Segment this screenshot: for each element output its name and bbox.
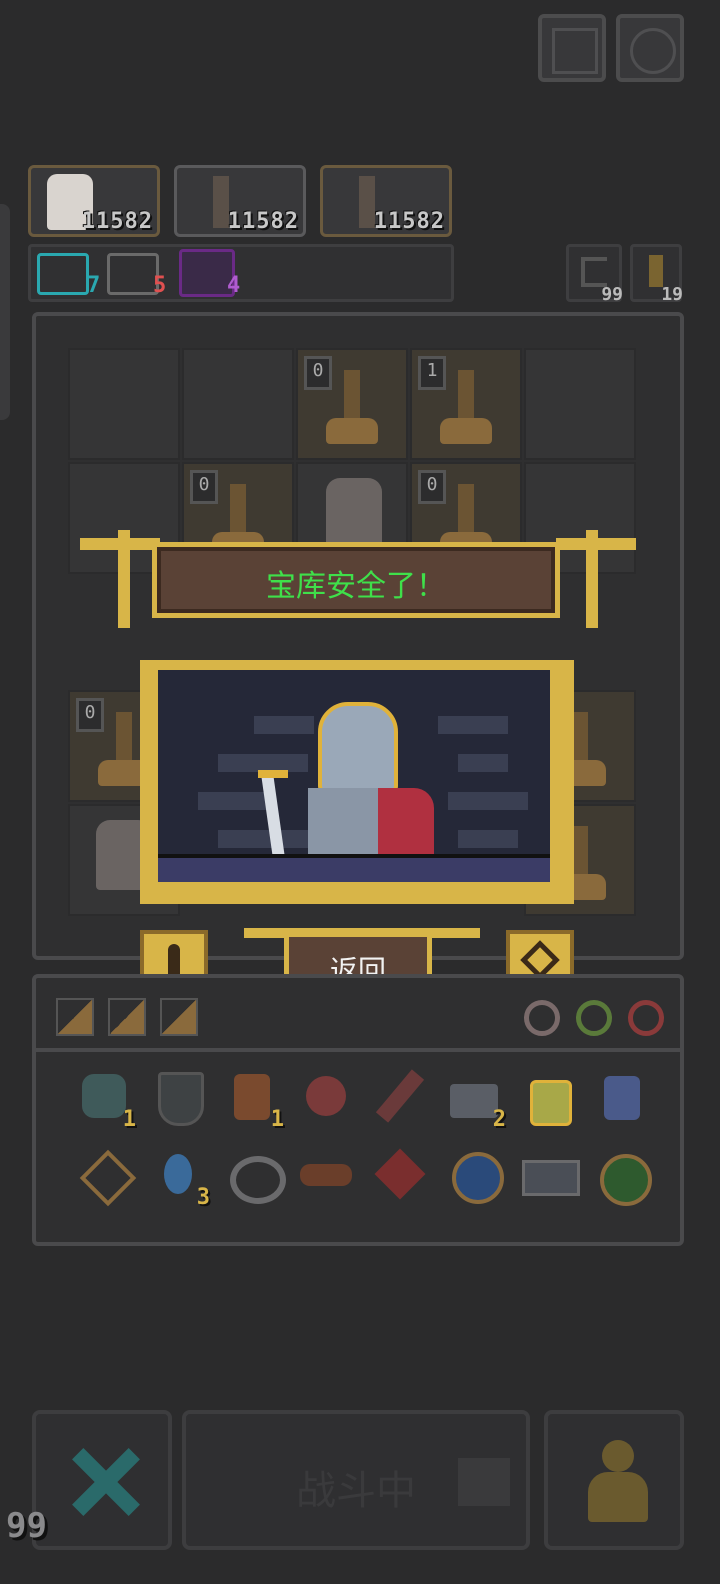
counter-value: 19: [661, 284, 683, 305]
hero-power: 11582: [227, 209, 299, 234]
gray-ring-icon: [524, 1000, 560, 1036]
settings-button[interactable]: [616, 14, 684, 82]
hero-card-2[interactable]: 11582: [174, 165, 306, 237]
board-cell[interactable]: [182, 348, 294, 460]
lock-chest-icon[interactable]: 2: [446, 1068, 506, 1132]
counter-value: 4: [227, 273, 241, 298]
battle-status-button[interactable]: 战斗中: [182, 1410, 530, 1550]
item-count: 1: [270, 1107, 284, 1132]
green-ring-icon: [576, 1000, 612, 1036]
skull-icon: [107, 253, 159, 295]
diamond-sigil-icon[interactable]: [76, 1146, 137, 1207]
potion-icon[interactable]: [520, 1068, 576, 1126]
counter-bar: 7 5 4: [28, 244, 454, 302]
camera-icon[interactable]: [520, 1146, 580, 1202]
counter-value: 99: [601, 284, 623, 305]
tree-stump-icon: [440, 370, 492, 448]
hero-card-3[interactable]: 11582: [320, 165, 452, 237]
level-badge: 99: [6, 1506, 47, 1546]
blue-orb-icon[interactable]: [446, 1146, 504, 1204]
item-count: 2: [492, 1107, 506, 1132]
maple-leaf-icon[interactable]: [372, 1146, 428, 1202]
return-counter[interactable]: 99: [566, 244, 623, 305]
rope-icon[interactable]: [224, 1146, 286, 1204]
item-count: 1: [122, 1107, 136, 1132]
green-bomb-icon[interactable]: [594, 1146, 652, 1206]
board-cell[interactable]: 0: [296, 348, 408, 460]
scene-floor: [158, 854, 550, 882]
board-cell[interactable]: 1: [410, 348, 522, 460]
key-icon: [649, 255, 663, 287]
key-counter[interactable]: 19: [630, 244, 683, 305]
jar-icon[interactable]: [594, 1068, 650, 1124]
question-icon: [552, 28, 598, 74]
red-ring-icon: [628, 1000, 664, 1036]
side-drawer-tab[interactable]: [0, 204, 10, 420]
shield-icon[interactable]: [150, 1068, 206, 1126]
tree-stump-icon: [326, 370, 378, 448]
upgrade-tab-icon[interactable]: [56, 998, 94, 1036]
ribbon-icon[interactable]: [372, 1068, 428, 1124]
item-count: 3: [196, 1185, 210, 1210]
gear-icon: [630, 28, 676, 74]
flower-icon[interactable]: [298, 1068, 354, 1124]
vault-scene: [158, 670, 550, 882]
upgrade-tab-icon[interactable]: [160, 998, 198, 1036]
tree-stump-avatar: [359, 176, 375, 228]
barrel-icon[interactable]: 1: [224, 1068, 284, 1132]
pawn-icon: [588, 1472, 648, 1522]
counter-value: 5: [153, 273, 167, 298]
upgrade-tab-icon[interactable]: [108, 998, 146, 1036]
teal-ring-icon: [37, 253, 89, 295]
help-button[interactable]: [538, 14, 606, 82]
heart-shield-icon[interactable]: 1: [76, 1068, 136, 1132]
white-hair-girl-avatar: [326, 478, 382, 548]
knight-helmet: [318, 702, 398, 794]
cancel-button[interactable]: [32, 1410, 172, 1550]
hero-card-1[interactable]: 11582: [28, 165, 160, 237]
pawn-icon-head: [602, 1440, 634, 1472]
hero-power: 11582: [373, 209, 445, 234]
wood-log-icon[interactable]: [298, 1146, 354, 1202]
pawn-button[interactable]: [544, 1410, 684, 1550]
modal-title: 宝库安全了！: [266, 569, 446, 604]
sword-hilt: [258, 770, 288, 778]
modal-title-banner: 宝库安全了！: [152, 542, 560, 618]
modal-picture-frame: [140, 660, 574, 904]
water-drop-icon[interactable]: 3: [150, 1146, 210, 1210]
book-icon: [458, 1458, 510, 1506]
counter-value: 7: [87, 273, 101, 298]
banner-left-post: [118, 530, 130, 628]
hero-power: 11582: [81, 209, 153, 234]
board-cell[interactable]: [524, 348, 636, 460]
board-cell[interactable]: [68, 348, 180, 460]
inventory-divider: [36, 1048, 680, 1052]
return-arrow-icon: [581, 257, 607, 287]
tree-stump-avatar: [213, 176, 229, 228]
banner-right-post: [586, 530, 598, 628]
inventory-panel: 1 1 2 3: [32, 974, 684, 1246]
